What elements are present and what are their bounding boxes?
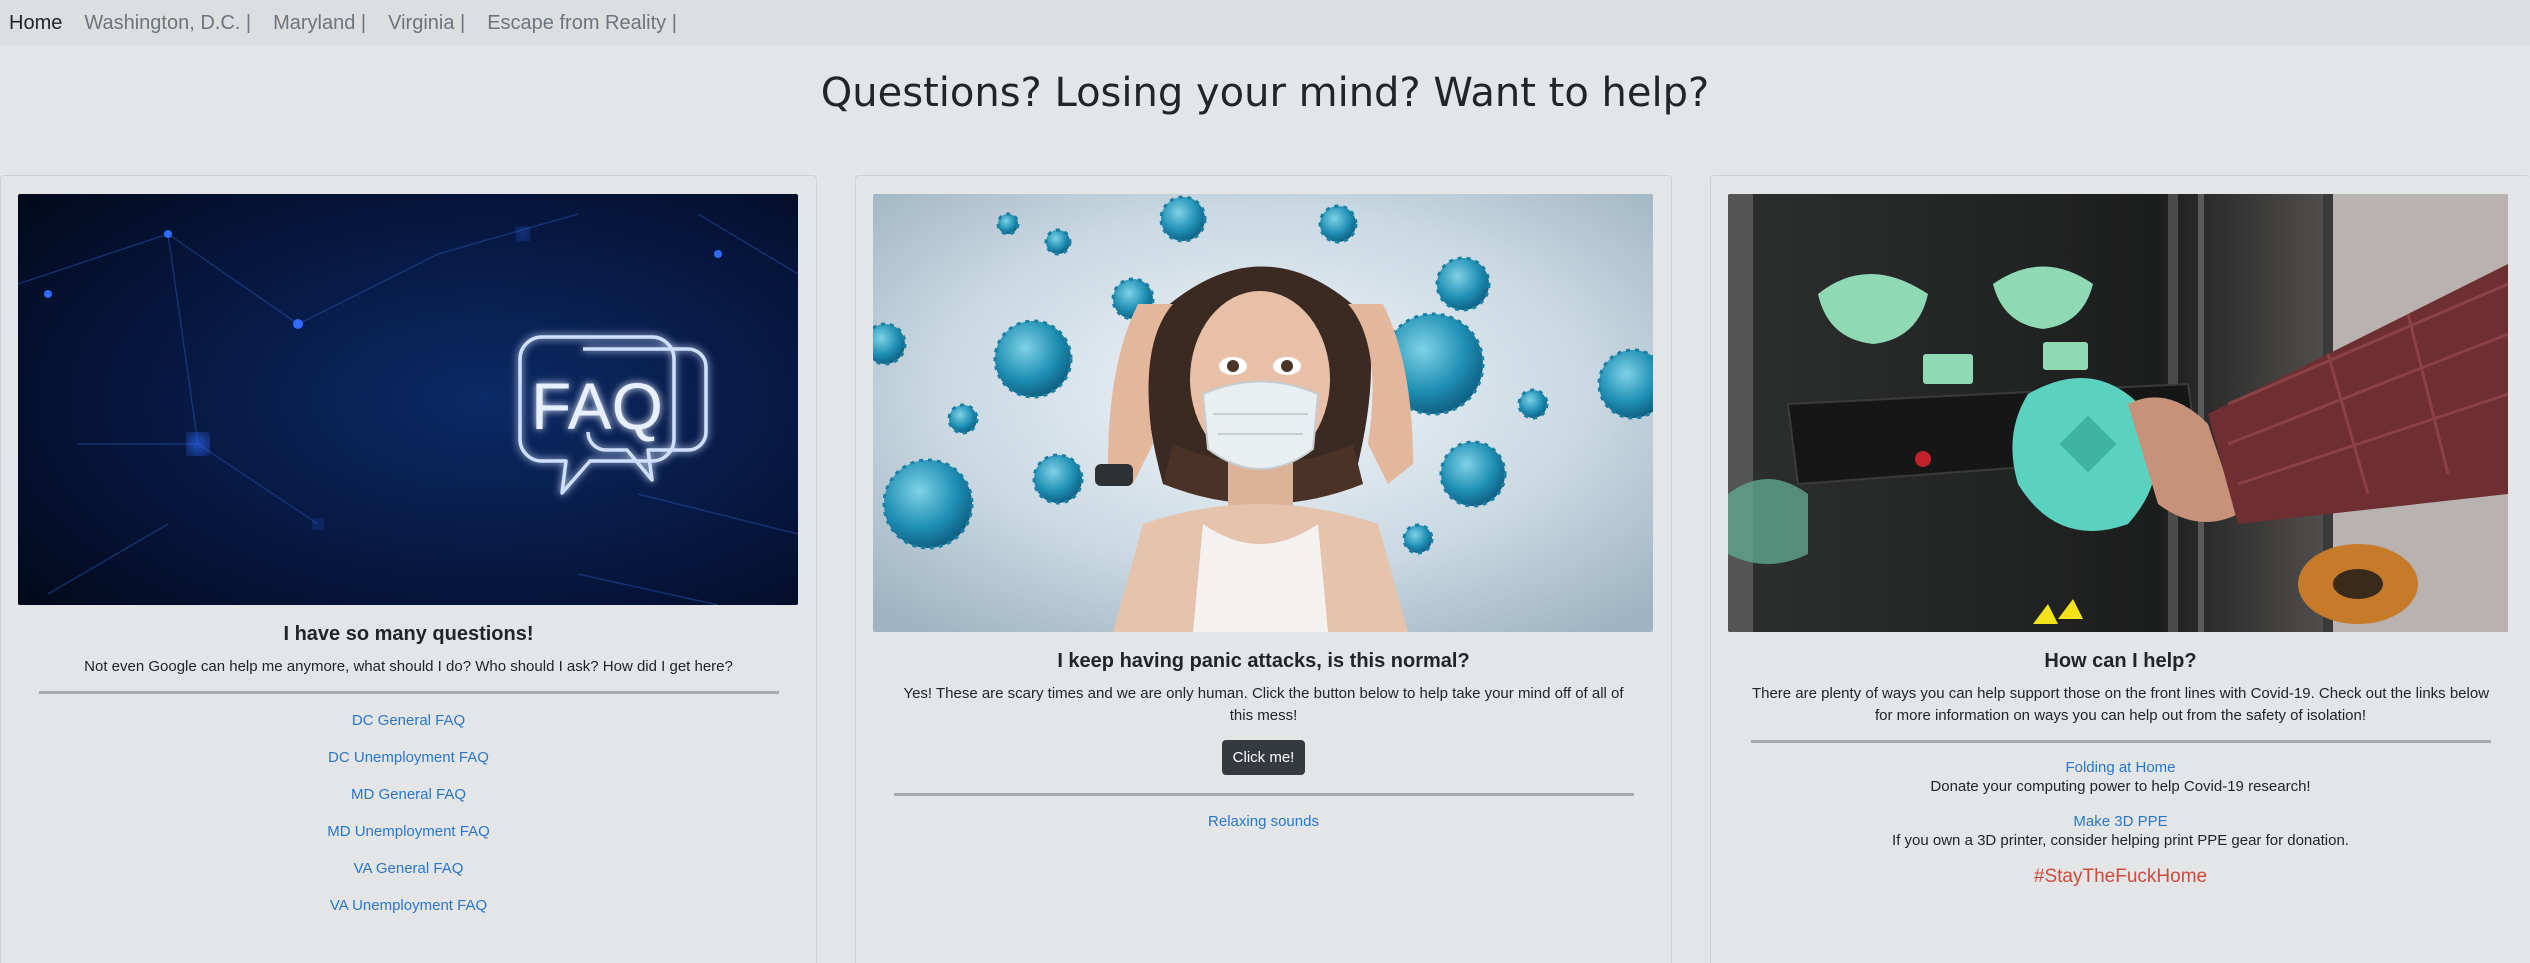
3d-printer-ppe-image (1728, 194, 2508, 632)
link-relaxing-sounds[interactable]: Relaxing sounds (856, 813, 1671, 830)
faq-divider (38, 691, 779, 694)
make-3d-ppe-desc: If you own a 3D printer, consider helpin… (1892, 832, 2349, 849)
top-navbar: Home Washington, D.C. | Maryland | Virgi… (0, 0, 2530, 46)
link-make-3d-ppe[interactable]: Make 3D PPE (1711, 813, 2530, 830)
stay-home-hashtag-link[interactable]: #StayTheFuckHome (2034, 866, 2207, 887)
help-divider (1750, 740, 2491, 743)
help-card: How can I help? There are plenty of ways… (1710, 175, 2530, 963)
folding-at-home-desc: Donate your computing power to help Covi… (1930, 778, 2311, 795)
faq-card-text: Not even Google can help me anymore, wha… (84, 658, 733, 675)
nav-maryland[interactable]: Maryland | (273, 12, 366, 35)
faq-card: FAQ I have so many questions! Not even G… (0, 175, 817, 963)
link-folding-at-home[interactable]: Folding at Home (1711, 759, 2530, 776)
faq-image-text: FAQ (531, 369, 663, 443)
panic-divider (893, 793, 1634, 796)
nav-virginia[interactable]: Virginia | (388, 12, 465, 35)
help-card-title: How can I help? (2044, 650, 2197, 672)
panic-card-title: I keep having panic attacks, is this nor… (1057, 650, 1470, 672)
panic-card-text: Yes! These are scary times and we are on… (903, 685, 1624, 724)
panic-card: I keep having panic attacks, is this nor… (855, 175, 1672, 963)
link-md-general-faq[interactable]: MD General FAQ (1, 786, 816, 823)
nav-washington-dc[interactable]: Washington, D.C. | (84, 12, 251, 35)
faq-card-title: I have so many questions! (283, 623, 534, 645)
page-title: Questions? Losing your mind? Want to hel… (820, 70, 1710, 116)
link-va-unemployment-faq[interactable]: VA Unemployment FAQ (1, 897, 816, 934)
masked-woman-virus-image (873, 194, 1653, 632)
faq-image: FAQ (18, 194, 798, 605)
click-me-button[interactable]: Click me! (1221, 740, 1306, 775)
link-dc-general-faq[interactable]: DC General FAQ (1, 712, 816, 749)
link-va-general-faq[interactable]: VA General FAQ (1, 860, 816, 897)
help-card-text: There are plenty of ways you can help su… (1751, 685, 2490, 724)
link-dc-unemployment-faq[interactable]: DC Unemployment FAQ (1, 749, 816, 786)
link-md-unemployment-faq[interactable]: MD Unemployment FAQ (1, 823, 816, 860)
nav-escape-from-reality[interactable]: Escape from Reality | (487, 12, 677, 35)
nav-home[interactable]: Home (9, 12, 62, 35)
